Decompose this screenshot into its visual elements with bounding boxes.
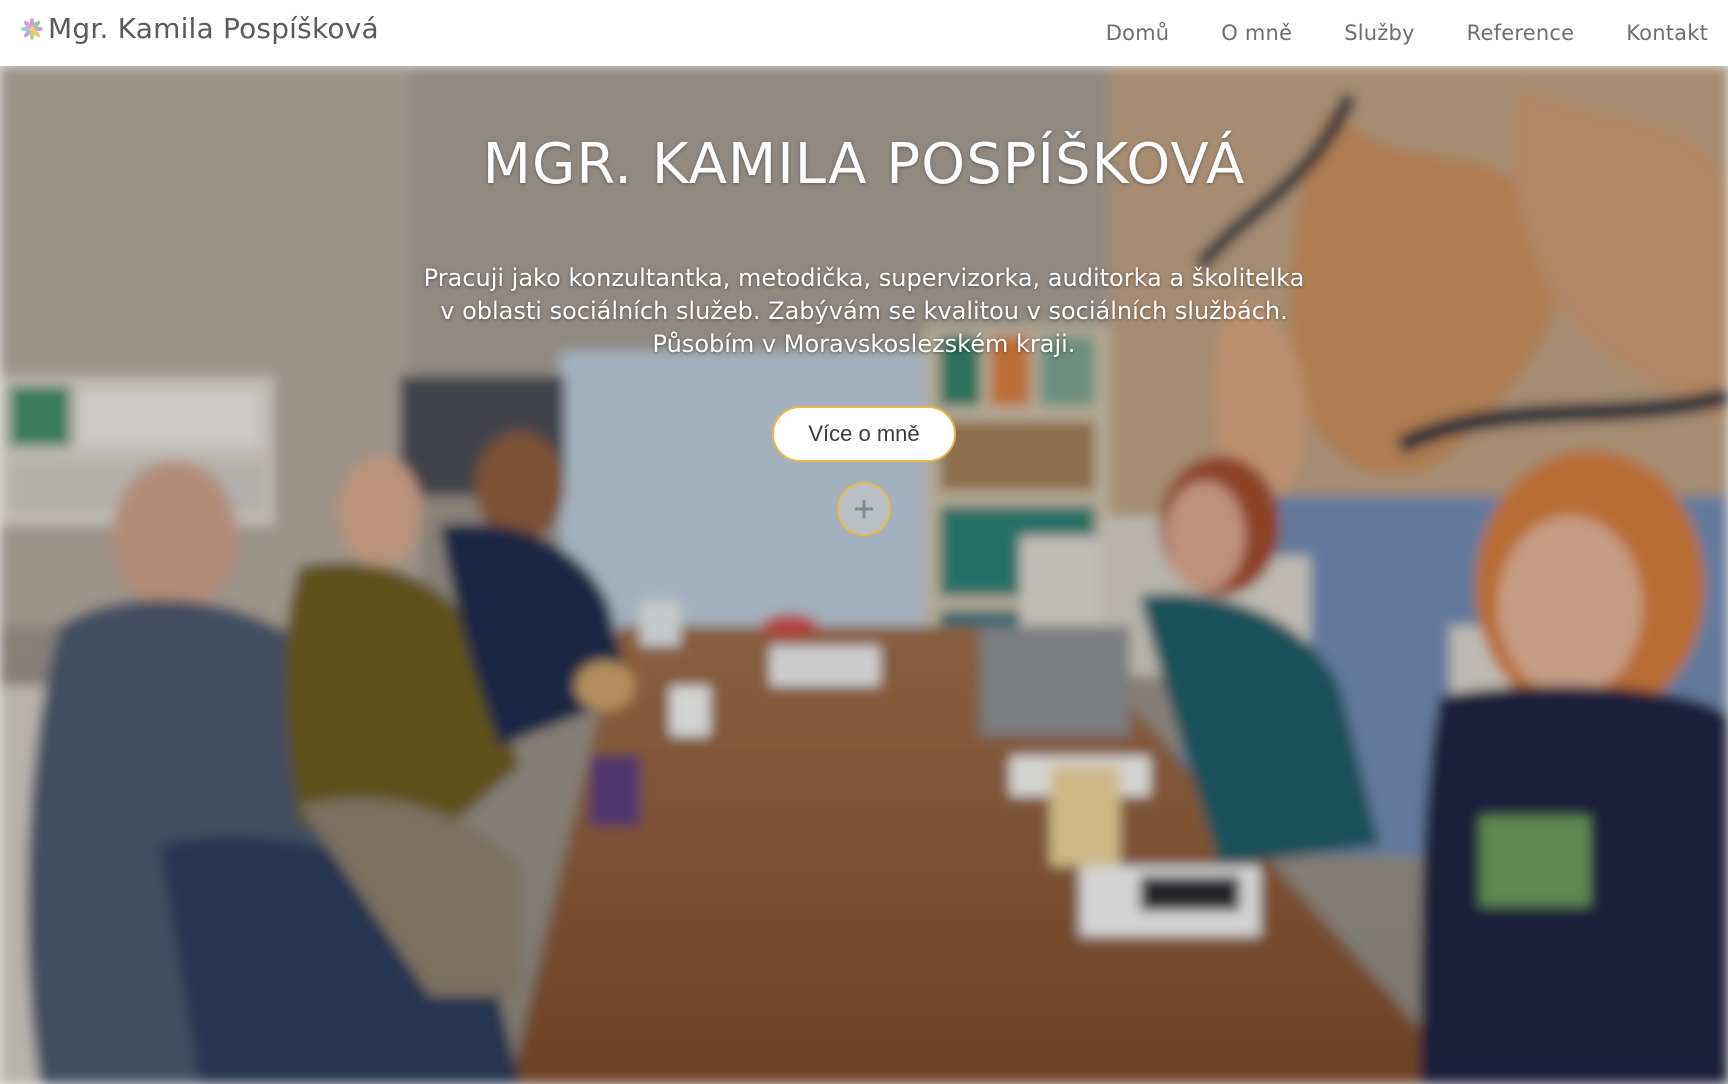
nav-link-domu[interactable]: Domů	[1106, 21, 1170, 45]
plus-icon	[855, 500, 873, 518]
nav-link-sluzby[interactable]: Služby	[1344, 21, 1414, 45]
flower-logo-icon	[21, 17, 43, 40]
hero-description-line: v oblasti sociálních služeb. Zabývám se …	[440, 297, 1288, 325]
nav-link-kontakt[interactable]: Kontakt	[1626, 21, 1708, 45]
hero-description-line: Pracuji jako konzultantka, metodička, su…	[423, 264, 1305, 292]
more-about-me-button[interactable]: Více o mně	[772, 406, 956, 462]
navbar: Mgr. Kamila Pospíšková Domů O mně Služby…	[0, 0, 1728, 66]
nav-link-o-mne[interactable]: O mně	[1221, 21, 1292, 45]
brand-name: Mgr. Kamila Pospíšková	[48, 12, 379, 45]
hero-description-line: Působím v Moravskoslezském kraji.	[652, 330, 1076, 358]
hero-section: MGR. KAMILA POSPÍŠKOVÁ Pracuji jako konz…	[0, 66, 1728, 1084]
hero-title: MGR. KAMILA POSPÍŠKOVÁ	[482, 132, 1246, 197]
nav-link-reference[interactable]: Reference	[1467, 21, 1575, 45]
expand-button[interactable]	[837, 482, 891, 536]
hero-background-photo	[0, 66, 1728, 1084]
brand-link[interactable]: Mgr. Kamila Pospíšková	[20, 12, 379, 45]
nav-menu: Domů O mně Služby Reference Kontakt	[1054, 0, 1708, 66]
hero-description: Pracuji jako konzultantka, metodička, su…	[364, 262, 1364, 361]
